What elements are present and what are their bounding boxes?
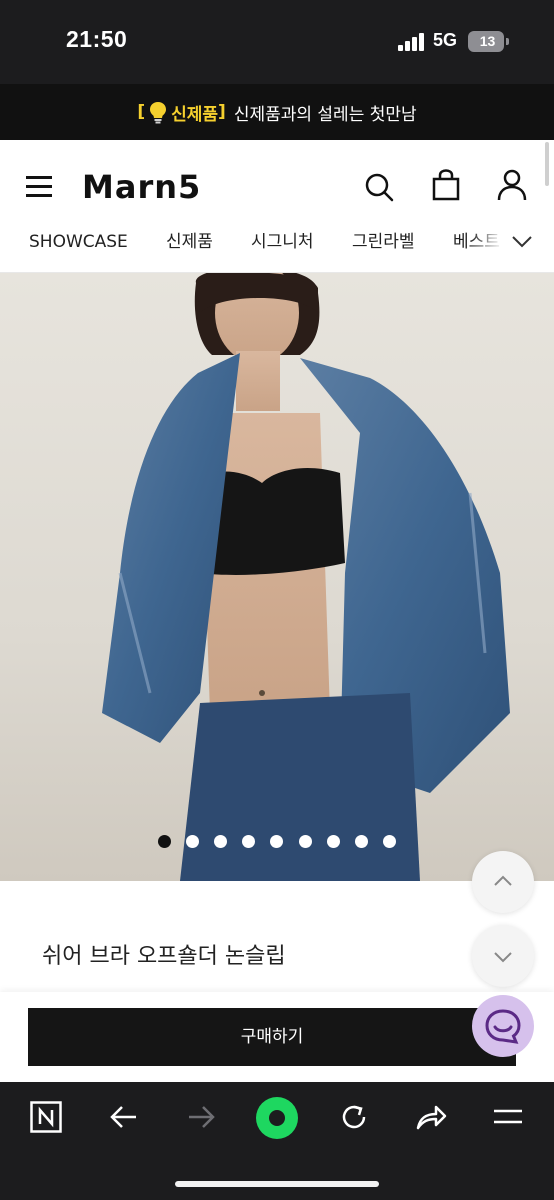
nav-item-new[interactable]: 신제품 <box>166 222 213 262</box>
scrollbar[interactable] <box>545 142 549 186</box>
promo-bracket-close: ] <box>218 102 226 122</box>
promo-banner[interactable]: [ 신제품 ] 신제품과의 설레는 첫만남 <box>0 84 554 140</box>
battery-level: 13 <box>479 33 496 49</box>
product-hero-image[interactable] <box>0 273 554 881</box>
scroll-bottom-button[interactable] <box>472 925 534 987</box>
forward-arrow-icon[interactable] <box>185 1102 217 1132</box>
shopping-bag-icon[interactable] <box>430 168 462 202</box>
status-time: 21:50 <box>66 26 128 52</box>
brand-logo[interactable]: Marn5 <box>82 168 201 206</box>
carousel-dot[interactable] <box>242 835 255 848</box>
carousel-dot[interactable] <box>270 835 283 848</box>
chat-icon <box>485 1009 521 1044</box>
product-title: 쉬어 브라 오프숄더 논슬립 <box>42 944 286 969</box>
chat-button[interactable] <box>472 995 534 1057</box>
carousel-dot[interactable] <box>186 835 199 848</box>
buy-button[interactable]: 구매하기 <box>28 1008 516 1066</box>
search-icon[interactable] <box>362 170 396 204</box>
chevron-down-icon[interactable] <box>510 232 534 252</box>
carousel-dot[interactable] <box>299 835 312 848</box>
network-type: 5G <box>433 30 458 50</box>
nav-item-greenlabel[interactable]: 그린라벨 <box>352 222 415 262</box>
promo-bracket-open: [ <box>137 102 146 122</box>
home-indicator[interactable] <box>175 1181 379 1187</box>
menu-lines-icon[interactable] <box>492 1106 524 1128</box>
scroll-top-button[interactable] <box>472 851 534 913</box>
carousel-dot[interactable] <box>158 835 171 848</box>
chevron-up-icon <box>494 875 512 886</box>
nav-item-showcase[interactable]: SHOWCASE <box>29 222 128 262</box>
lightbulb-icon <box>147 100 169 124</box>
battery-nub <box>506 38 509 45</box>
naver-n-icon[interactable] <box>30 1101 62 1133</box>
back-arrow-icon[interactable] <box>108 1102 140 1132</box>
green-dot-icon[interactable] <box>256 1097 298 1139</box>
refresh-icon[interactable] <box>338 1101 370 1133</box>
carousel-dot[interactable] <box>214 835 227 848</box>
carousel-dot[interactable] <box>327 835 340 848</box>
promo-tag: 신제품 <box>171 104 219 125</box>
signal-strength-icon <box>398 33 426 51</box>
carousel-dot[interactable] <box>355 835 368 848</box>
menu-icon[interactable] <box>26 174 54 198</box>
nav-item-signature[interactable]: 시그니처 <box>251 222 314 262</box>
share-icon[interactable] <box>414 1102 448 1132</box>
promo-message: 신제품과의 설레는 첫만남 <box>233 104 417 125</box>
user-icon[interactable] <box>496 168 528 202</box>
carousel-dot[interactable] <box>383 835 396 848</box>
chevron-down-icon <box>494 952 512 963</box>
